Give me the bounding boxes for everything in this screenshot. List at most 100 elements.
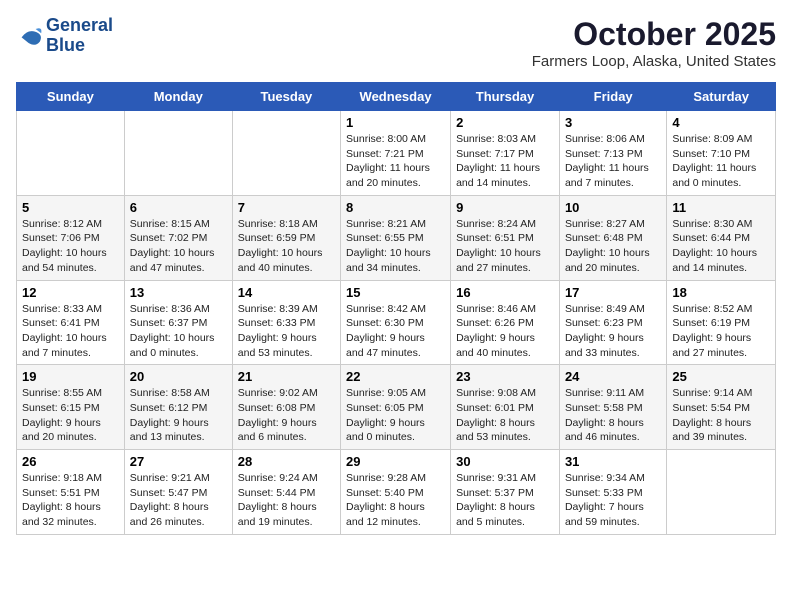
cell-date-number: 25 — [672, 369, 770, 384]
cell-date-number: 14 — [238, 285, 335, 300]
cell-daylight-info: Sunrise: 8:58 AM Sunset: 6:12 PM Dayligh… — [130, 386, 227, 445]
cell-daylight-info: Sunrise: 8:06 AM Sunset: 7:13 PM Dayligh… — [565, 132, 661, 191]
cell-date-number: 15 — [346, 285, 445, 300]
cell-date-number: 30 — [456, 454, 554, 469]
logo-icon — [16, 22, 44, 50]
calendar-cell: 17 Sunrise: 8:49 AM Sunset: 6:23 PM Dayli… — [559, 280, 666, 365]
calendar-cell: 14 Sunrise: 8:39 AM Sunset: 6:33 PM Dayli… — [232, 280, 340, 365]
calendar-cell: 15 Sunrise: 8:42 AM Sunset: 6:30 PM Dayli… — [341, 280, 451, 365]
calendar-cell: 23Sunrise: 9:08 AM Sunset: 6:01 PM Dayli… — [451, 365, 560, 450]
calendar-cell — [232, 111, 340, 196]
logo-line1: General — [46, 15, 113, 35]
calendar-cell: 4Sunrise: 8:09 AM Sunset: 7:10 PM Daylig… — [667, 111, 776, 196]
calendar-cell: 29 Sunrise: 9:28 AM Sunset: 5:40 PM Dayli… — [341, 450, 451, 535]
calendar-cell: 24 Sunrise: 9:11 AM Sunset: 5:58 PM Dayli… — [559, 365, 666, 450]
calendar-cell: 31 Sunrise: 9:34 AM Sunset: 5:33 PM Dayli… — [559, 450, 666, 535]
cell-daylight-info: Sunrise: 8:27 AM Sunset: 6:48 PM Dayligh… — [565, 217, 661, 276]
cell-date-number: 20 — [130, 369, 227, 384]
cell-date-number: 8 — [346, 200, 445, 215]
cell-daylight-info: Sunrise: 8:18 AM Sunset: 6:59 PM Dayligh… — [238, 217, 335, 276]
cell-daylight-info: Sunrise: 9:14 AM Sunset: 5:54 PM Dayligh… — [672, 386, 770, 445]
cell-date-number: 13 — [130, 285, 227, 300]
calendar-cell: 18 Sunrise: 8:52 AM Sunset: 6:19 PM Dayli… — [667, 280, 776, 365]
cell-date-number: 3 — [565, 115, 661, 130]
calendar-cell: 10 Sunrise: 8:27 AM Sunset: 6:48 PM Dayli… — [559, 195, 666, 280]
cell-daylight-info: Sunrise: 8:42 AM Sunset: 6:30 PM Dayligh… — [346, 302, 445, 361]
calendar-cell: 1 Sunrise: 8:00 AM Sunset: 7:21 PM Daylig… — [341, 111, 451, 196]
subtitle: Farmers Loop, Alaska, United States — [532, 53, 776, 70]
cell-daylight-info: Sunrise: 8:46 AM Sunset: 6:26 PM Dayligh… — [456, 302, 554, 361]
cell-date-number: 31 — [565, 454, 661, 469]
calendar-week-4: 19 Sunrise: 8:55 AM Sunset: 6:15 PM Dayli… — [17, 365, 776, 450]
calendar-cell — [667, 450, 776, 535]
cell-date-number: 29 — [346, 454, 445, 469]
cell-date-number: 22 — [346, 369, 445, 384]
cell-daylight-info: Sunrise: 9:24 AM Sunset: 5:44 PM Dayligh… — [238, 471, 335, 530]
cell-date-number: 10 — [565, 200, 661, 215]
cell-daylight-info: Sunrise: 8:55 AM Sunset: 6:15 PM Dayligh… — [22, 386, 119, 445]
cell-date-number: 17 — [565, 285, 661, 300]
calendar-cell: 11 Sunrise: 8:30 AM Sunset: 6:44 PM Dayli… — [667, 195, 776, 280]
cell-date-number: 12 — [22, 285, 119, 300]
logo-line2: Blue — [46, 35, 85, 55]
cell-daylight-info: Sunrise: 9:34 AM Sunset: 5:33 PM Dayligh… — [565, 471, 661, 530]
calendar-cell: 5 Sunrise: 8:12 AM Sunset: 7:06 PM Daylig… — [17, 195, 125, 280]
day-header-thursday: Thursday — [451, 83, 560, 111]
cell-daylight-info: Sunrise: 8:30 AM Sunset: 6:44 PM Dayligh… — [672, 217, 770, 276]
cell-date-number: 19 — [22, 369, 119, 384]
cell-date-number: 9 — [456, 200, 554, 215]
calendar-cell: 2Sunrise: 8:03 AM Sunset: 7:17 PM Daylig… — [451, 111, 560, 196]
calendar-cell: 19 Sunrise: 8:55 AM Sunset: 6:15 PM Dayli… — [17, 365, 125, 450]
logo-text: General Blue — [46, 16, 113, 56]
calendar-week-1: 1 Sunrise: 8:00 AM Sunset: 7:21 PM Daylig… — [17, 111, 776, 196]
day-header-monday: Monday — [124, 83, 232, 111]
cell-date-number: 28 — [238, 454, 335, 469]
calendar-cell: 13 Sunrise: 8:36 AM Sunset: 6:37 PM Dayli… — [124, 280, 232, 365]
calendar-cell: 3 Sunrise: 8:06 AM Sunset: 7:13 PM Daylig… — [559, 111, 666, 196]
calendar-cell: 16Sunrise: 8:46 AM Sunset: 6:26 PM Dayli… — [451, 280, 560, 365]
day-header-tuesday: Tuesday — [232, 83, 340, 111]
calendar-week-2: 5 Sunrise: 8:12 AM Sunset: 7:06 PM Daylig… — [17, 195, 776, 280]
calendar-cell: 6Sunrise: 8:15 AM Sunset: 7:02 PM Daylig… — [124, 195, 232, 280]
cell-date-number: 21 — [238, 369, 335, 384]
cell-daylight-info: Sunrise: 8:00 AM Sunset: 7:21 PM Dayligh… — [346, 132, 445, 191]
calendar-cell: 22 Sunrise: 9:05 AM Sunset: 6:05 PM Dayli… — [341, 365, 451, 450]
title-section: October 2025 Farmers Loop, Alaska, Unite… — [532, 16, 776, 70]
cell-daylight-info: Sunrise: 8:52 AM Sunset: 6:19 PM Dayligh… — [672, 302, 770, 361]
logo: General Blue — [16, 16, 113, 56]
calendar-cell: 12 Sunrise: 8:33 AM Sunset: 6:41 PM Dayli… — [17, 280, 125, 365]
calendar-cell: 27Sunrise: 9:21 AM Sunset: 5:47 PM Dayli… — [124, 450, 232, 535]
cell-daylight-info: Sunrise: 8:33 AM Sunset: 6:41 PM Dayligh… — [22, 302, 119, 361]
calendar-cell: 26Sunrise: 9:18 AM Sunset: 5:51 PM Dayli… — [17, 450, 125, 535]
calendar-header-row: SundayMondayTuesdayWednesdayThursdayFrid… — [17, 83, 776, 111]
calendar-cell: 21Sunrise: 9:02 AM Sunset: 6:08 PM Dayli… — [232, 365, 340, 450]
cell-daylight-info: Sunrise: 8:12 AM Sunset: 7:06 PM Dayligh… — [22, 217, 119, 276]
cell-date-number: 4 — [672, 115, 770, 130]
cell-daylight-info: Sunrise: 9:21 AM Sunset: 5:47 PM Dayligh… — [130, 471, 227, 530]
cell-date-number: 24 — [565, 369, 661, 384]
cell-date-number: 23 — [456, 369, 554, 384]
cell-date-number: 5 — [22, 200, 119, 215]
cell-daylight-info: Sunrise: 9:31 AM Sunset: 5:37 PM Dayligh… — [456, 471, 554, 530]
cell-date-number: 6 — [130, 200, 227, 215]
cell-date-number: 1 — [346, 115, 445, 130]
day-header-friday: Friday — [559, 83, 666, 111]
calendar-cell: 30 Sunrise: 9:31 AM Sunset: 5:37 PM Dayli… — [451, 450, 560, 535]
cell-daylight-info: Sunrise: 8:03 AM Sunset: 7:17 PM Dayligh… — [456, 132, 554, 191]
cell-daylight-info: Sunrise: 8:36 AM Sunset: 6:37 PM Dayligh… — [130, 302, 227, 361]
cell-daylight-info: Sunrise: 9:11 AM Sunset: 5:58 PM Dayligh… — [565, 386, 661, 445]
calendar-cell: 28 Sunrise: 9:24 AM Sunset: 5:44 PM Dayli… — [232, 450, 340, 535]
calendar-cell: 7Sunrise: 8:18 AM Sunset: 6:59 PM Daylig… — [232, 195, 340, 280]
cell-date-number: 18 — [672, 285, 770, 300]
cell-daylight-info: Sunrise: 9:28 AM Sunset: 5:40 PM Dayligh… — [346, 471, 445, 530]
calendar-week-5: 26Sunrise: 9:18 AM Sunset: 5:51 PM Dayli… — [17, 450, 776, 535]
cell-date-number: 11 — [672, 200, 770, 215]
cell-daylight-info: Sunrise: 8:39 AM Sunset: 6:33 PM Dayligh… — [238, 302, 335, 361]
cell-daylight-info: Sunrise: 9:05 AM Sunset: 6:05 PM Dayligh… — [346, 386, 445, 445]
calendar-cell: 8 Sunrise: 8:21 AM Sunset: 6:55 PM Daylig… — [341, 195, 451, 280]
day-header-sunday: Sunday — [17, 83, 125, 111]
header: General Blue October 2025 Farmers Loop, … — [16, 16, 776, 70]
cell-daylight-info: Sunrise: 8:21 AM Sunset: 6:55 PM Dayligh… — [346, 217, 445, 276]
cell-daylight-info: Sunrise: 8:49 AM Sunset: 6:23 PM Dayligh… — [565, 302, 661, 361]
calendar-cell — [17, 111, 125, 196]
